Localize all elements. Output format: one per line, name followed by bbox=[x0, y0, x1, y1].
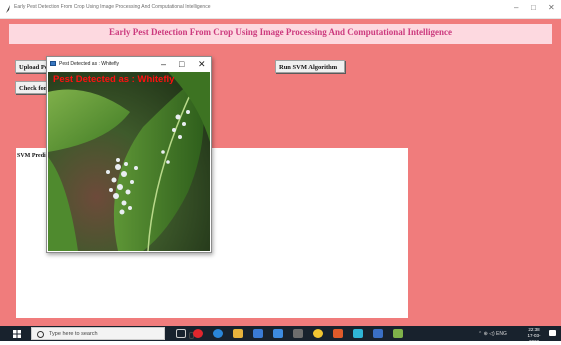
app-body: Early Pest Detection From Crop Using Ima… bbox=[0, 19, 561, 326]
search-icon bbox=[37, 331, 44, 338]
window-close-button[interactable]: ✕ bbox=[548, 3, 555, 13]
heading-band: Early Pest Detection From Crop Using Ima… bbox=[9, 24, 552, 44]
taskbar: Type here to search ⌃ ⊕ ◁) ENG 22:38 17-… bbox=[0, 326, 561, 344]
feather-app-icon bbox=[6, 5, 10, 13]
opera-icon[interactable] bbox=[193, 329, 203, 338]
notification-icon[interactable] bbox=[549, 330, 556, 336]
calculator-icon[interactable] bbox=[293, 329, 303, 338]
popup-close-button[interactable]: ✕ bbox=[198, 58, 206, 70]
taskbar-clock[interactable]: 22:38 17-03-2022 bbox=[526, 327, 542, 345]
photos-icon[interactable] bbox=[353, 329, 363, 338]
windows-start-icon[interactable] bbox=[13, 330, 21, 338]
run-svm-algorithm-button[interactable]: Run SVM Algorithm bbox=[275, 60, 345, 73]
window-maximize-button[interactable]: □ bbox=[531, 3, 536, 13]
app-icon[interactable] bbox=[393, 329, 403, 338]
settings-icon[interactable] bbox=[373, 329, 383, 338]
mail-icon[interactable] bbox=[273, 329, 283, 338]
window-title: Early Pest Detection From Crop Using Ima… bbox=[14, 4, 211, 10]
popup-titlebar[interactable]: Pest Detected as : Whitefly – □ ✕ bbox=[47, 57, 211, 71]
popup-title: Pest Detected as : Whitefly bbox=[59, 61, 120, 67]
leaf-image: Pest Detected as : Whitefly bbox=[48, 72, 210, 251]
pest-image-popup[interactable]: Pest Detected as : Whitefly – □ ✕ Pest D… bbox=[46, 56, 212, 253]
system-tray[interactable]: ⌃ ⊕ ◁) ENG bbox=[478, 331, 507, 337]
task-view-icon[interactable] bbox=[176, 329, 186, 338]
file-explorer-icon[interactable] bbox=[233, 329, 243, 338]
clock-date: 17-03-2022 bbox=[527, 333, 541, 344]
store-icon[interactable] bbox=[253, 329, 263, 338]
app-heading: Early Pest Detection From Crop Using Ima… bbox=[109, 27, 452, 37]
popup-minimize-button[interactable]: – bbox=[161, 58, 166, 70]
popup-maximize-button[interactable]: □ bbox=[179, 58, 184, 70]
pest-detected-overlay: Pest Detected as : Whitefly bbox=[53, 74, 175, 85]
window-minimize-button[interactable]: – bbox=[514, 3, 518, 13]
taskbar-search-input[interactable]: Type here to search bbox=[31, 327, 194, 340]
window-titlebar: Early Pest Detection From Crop Using Ima… bbox=[0, 0, 561, 19]
edge-icon[interactable] bbox=[213, 329, 223, 338]
popup-window-icon bbox=[50, 61, 56, 66]
chrome-icon[interactable] bbox=[313, 329, 323, 338]
python-icon[interactable] bbox=[333, 329, 343, 338]
search-placeholder: Type here to search bbox=[49, 331, 98, 337]
